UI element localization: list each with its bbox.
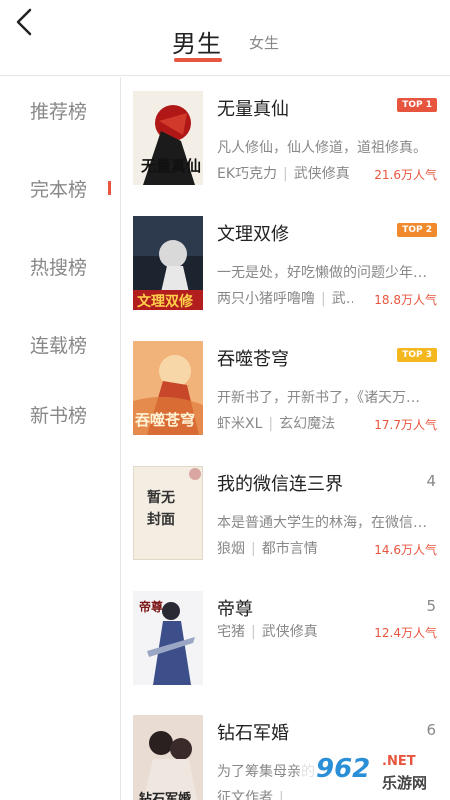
cover-text: 吞噬苍穹 <box>134 411 195 429</box>
ranking-sidebar: 推荐榜 完本榜 热搜榜 连载榜 新书榜 <box>0 77 121 800</box>
book-cover: 无量真仙 <box>133 91 203 185</box>
book-item[interactable]: 无量真仙 无量真仙 TOP 1 凡人修仙，仙人修道，道祖修真。 EK巧克力 | 武侠… <box>121 77 450 201</box>
svg-text:暂无: 暂无 <box>147 489 175 506</box>
book-author: 狼烟 <box>217 541 245 557</box>
book-cover: 吞噬苍穹 <box>133 341 203 435</box>
watermark-site: 乐游网 <box>382 774 428 792</box>
sidebar-item-label: 推荐榜 <box>30 101 88 123</box>
back-arrow-icon[interactable] <box>10 6 42 38</box>
book-title: 文理双修 <box>217 224 289 245</box>
book-item[interactable]: 暂无 封面 我的微信连三界 4 本是普通大学生的林海，在微信… 狼烟 | 都市言情 … <box>121 452 450 576</box>
sidebar-item-hot-search[interactable]: 热搜榜 <box>0 245 120 285</box>
cover-text: 帝尊 <box>139 599 163 614</box>
book-item[interactable]: 文理双修 文理双修 TOP 2 一无是处，好吃懒做的问题少年… 两只小猪呼噜噜 |… <box>121 202 450 326</box>
book-popularity: 14.6万人气 <box>374 543 437 557</box>
book-description: 本是普通大学生的林海，在微信… <box>217 515 427 531</box>
book-author: 虾米XL <box>217 416 263 432</box>
meta-separator: | <box>268 416 274 432</box>
book-description: 凡人修仙，仙人修道，道祖修真。 <box>217 140 427 156</box>
book-title: 吞噬苍穹 <box>217 349 289 370</box>
top-header: 男生 女生 <box>0 0 450 76</box>
site-watermark: 962 .NET 乐游网 <box>300 752 448 798</box>
sidebar-item-serializing[interactable]: 连载榜 <box>0 323 120 363</box>
sidebar-item-label: 热搜榜 <box>30 257 88 279</box>
book-category: 武侠修真 <box>293 166 350 182</box>
book-meta: 宅猪 | 武侠修真 <box>217 621 353 641</box>
meta-separator: | <box>279 790 284 800</box>
meta-separator: | <box>283 166 288 182</box>
book-meta: 两只小猪呼噜噜 | 武… <box>217 288 353 308</box>
meta-separator: | <box>251 541 256 557</box>
book-cover: 暂无 封面 <box>133 466 203 560</box>
sidebar-item-label: 连载榜 <box>30 335 88 357</box>
rank-number: 4 <box>426 472 436 490</box>
book-popularity: 17.7万人气 <box>374 418 437 432</box>
sidebar-item-label: 完本榜 <box>30 179 88 201</box>
cover-text: 无量真仙 <box>140 157 201 175</box>
rank-number: 6 <box>426 721 436 739</box>
tab-male[interactable]: 男生 <box>172 24 222 59</box>
watermark-logo: 962 <box>316 754 371 784</box>
book-category: 武侠修真 <box>261 624 318 640</box>
book-title: 无量真仙 <box>217 99 289 120</box>
book-description: 开新书了，开新书了，《诸天万… <box>217 390 420 406</box>
active-tab-indicator <box>174 58 222 62</box>
book-cover: 文理双修 <box>133 216 203 310</box>
book-author: 两只小猪呼噜噜 <box>217 291 315 307</box>
svg-text:封面: 封面 <box>147 511 175 528</box>
book-cover: 帝尊 <box>133 591 203 685</box>
book-author: 宅猪 <box>217 624 245 640</box>
watermark-net: .NET <box>382 754 416 769</box>
book-popularity: 12.4万人气 <box>374 626 437 640</box>
book-meta: EK巧克力 | 武侠修真 <box>217 163 353 183</box>
rank-badge: TOP 2 <box>397 223 437 237</box>
book-meta: 狼烟 | 都市言情 <box>217 538 353 558</box>
book-description: 一无是处，好吃懒做的问题少年… <box>217 265 427 281</box>
meta-separator: | <box>321 291 326 307</box>
book-author: EK巧克力 <box>217 166 278 182</box>
book-item[interactable]: 帝尊 帝尊 5 宅猪 | 武侠修真 12.4万人气 <box>121 577 450 701</box>
sidebar-item-recommend[interactable]: 推荐榜 <box>0 89 120 129</box>
cover-text: 文理双修 <box>137 293 194 310</box>
meta-separator: | <box>251 624 256 640</box>
book-category: 玄幻魔法 <box>279 416 336 432</box>
tab-female[interactable]: 女生 <box>249 32 279 53</box>
book-title: 钻石军婚 <box>217 723 289 744</box>
book-popularity: 18.8万人气 <box>374 293 437 307</box>
book-meta: 虾米XL | 玄幻魔法 <box>217 413 353 433</box>
book-category: 都市言情 <box>261 541 318 557</box>
active-item-marker <box>108 181 111 195</box>
book-list: 无量真仙 无量真仙 TOP 1 凡人修仙，仙人修道，道祖修真。 EK巧克力 | 武侠… <box>121 77 450 800</box>
book-title: 帝尊 <box>217 599 253 620</box>
book-category: 武… <box>331 291 353 307</box>
book-author: 征文作者 <box>217 790 273 800</box>
sidebar-item-new-books[interactable]: 新书榜 <box>0 393 120 433</box>
book-item[interactable]: 吞噬苍穹 吞噬苍穹 TOP 3 开新书了，开新书了，《诸天万… 虾米XL | 玄幻魔… <box>121 327 450 451</box>
book-cover: 钻石军婚 <box>133 715 203 800</box>
book-popularity: 21.6万人气 <box>374 168 437 182</box>
rank-number: 5 <box>426 597 436 615</box>
sidebar-item-label: 新书榜 <box>30 405 88 427</box>
sidebar-item-completed[interactable]: 完本榜 <box>0 167 120 207</box>
rank-badge: TOP 3 <box>397 348 437 362</box>
rank-badge: TOP 1 <box>397 98 437 112</box>
cover-text: 钻石军婚 <box>139 791 191 800</box>
book-title: 我的微信连三界 <box>217 474 343 495</box>
